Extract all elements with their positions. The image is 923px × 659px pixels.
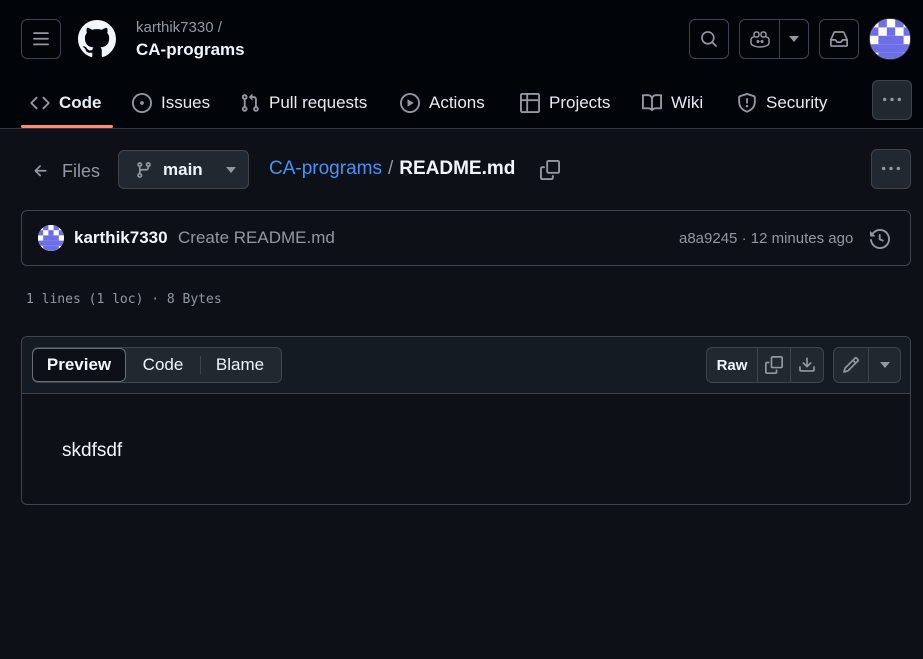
- file-info: 1 lines (1 loc) · 8 Bytes: [26, 292, 222, 307]
- copy-icon: [765, 356, 783, 374]
- tab-wiki[interactable]: Wiki: [642, 79, 703, 127]
- breadcrumb-filename: README.md: [399, 158, 516, 179]
- breadcrumb-repo-link[interactable]: CA-programs: [269, 158, 382, 180]
- tab-issues[interactable]: Issues: [132, 79, 210, 127]
- tab-label: Security: [766, 93, 828, 112]
- identicon-avatar: [870, 19, 910, 59]
- blame-tab[interactable]: Blame: [201, 348, 279, 382]
- triangle-down-icon: [879, 362, 890, 368]
- file-viewer-header: Preview Code Blame Raw: [22, 337, 910, 394]
- copy-path-button[interactable]: [536, 156, 564, 184]
- raw-button[interactable]: Raw: [707, 348, 757, 382]
- files-label: Files: [62, 160, 101, 181]
- view-mode-toggle: Preview Code Blame: [32, 347, 282, 383]
- hamburger-icon: [33, 32, 49, 46]
- tab-label: Actions: [429, 93, 485, 112]
- app-header: karthik7330 / CA-programs Code Issues Pu…: [0, 0, 923, 129]
- user-avatar[interactable]: [869, 18, 911, 60]
- repo-nav: Code Issues Pull requests Actions Projec…: [0, 79, 923, 129]
- repo-name-link[interactable]: CA-programs: [136, 40, 245, 60]
- github-logo[interactable]: [78, 20, 116, 58]
- code-tab[interactable]: Code: [126, 348, 200, 382]
- active-tab-indicator: [21, 125, 113, 128]
- commit-sha-link[interactable]: a8a9245: [679, 230, 737, 247]
- kebab-horizontal-icon: [882, 166, 900, 171]
- commit-author-avatar[interactable]: [38, 225, 64, 251]
- tab-label: Issues: [161, 93, 211, 112]
- identicon-avatar: [38, 225, 64, 251]
- readme-content: skdfsdf: [62, 440, 123, 461]
- code-icon: [30, 96, 50, 110]
- shield-icon: [738, 93, 756, 113]
- edit-button-group: [833, 347, 901, 383]
- tab-label: Code: [59, 93, 102, 112]
- more-file-options-button[interactable]: [871, 149, 911, 189]
- book-icon: [642, 94, 662, 112]
- latest-commit-box: karthik7330 Create README.md a8a9245 · 1…: [21, 210, 911, 266]
- kebab-horizontal-icon: [883, 97, 901, 102]
- hamburger-menu-button[interactable]: [21, 19, 61, 59]
- tab-label: Wiki: [671, 93, 704, 112]
- tab-pull-requests[interactable]: Pull requests: [240, 79, 367, 127]
- tab-label: Pull requests: [269, 93, 368, 112]
- copilot-dropdown-button[interactable]: [780, 20, 808, 58]
- download-button[interactable]: [790, 348, 823, 382]
- tab-code[interactable]: Code: [30, 79, 102, 127]
- raw-button-group: Raw: [706, 347, 824, 383]
- commit-message-link[interactable]: Create README.md: [178, 228, 335, 248]
- pencil-icon: [843, 357, 859, 373]
- copy-icon: [540, 160, 560, 180]
- pull-request-icon: [241, 93, 259, 112]
- edit-file-button[interactable]: [834, 348, 868, 382]
- tab-security[interactable]: Security: [737, 79, 827, 127]
- copilot-button-group: [739, 19, 809, 59]
- tab-projects[interactable]: Projects: [520, 79, 610, 127]
- breadcrumb: CA-programs / README.md: [269, 158, 515, 180]
- more-nav-button[interactable]: [872, 80, 912, 120]
- play-icon: [400, 93, 420, 113]
- git-branch-icon: [137, 161, 151, 178]
- branch-selector[interactable]: main: [118, 150, 249, 189]
- search-button[interactable]: [689, 19, 729, 59]
- files-back-link[interactable]: Files: [32, 158, 100, 184]
- tab-actions[interactable]: Actions: [400, 79, 485, 127]
- search-icon: [701, 31, 717, 47]
- download-icon: [799, 357, 815, 372]
- history-icon: [870, 229, 890, 249]
- issue-icon: [132, 93, 152, 113]
- commit-author-link[interactable]: karthik7330: [74, 228, 168, 248]
- table-icon: [520, 93, 540, 113]
- copy-raw-button[interactable]: [757, 348, 790, 382]
- branch-name: main: [163, 159, 203, 179]
- arrow-left-icon: [34, 165, 47, 177]
- tab-label: Projects: [549, 93, 611, 112]
- preview-tab[interactable]: Preview: [32, 348, 126, 382]
- copilot-button[interactable]: [740, 20, 780, 58]
- inbox-button[interactable]: [819, 19, 859, 59]
- history-button[interactable]: [867, 226, 893, 252]
- commit-meta-dot: ·: [741, 230, 747, 247]
- file-viewer: Preview Code Blame Raw skdfsdf: [21, 336, 911, 505]
- commit-meta: a8a9245 · 12 minutes ago: [679, 230, 853, 247]
- copilot-icon: [749, 31, 770, 48]
- commit-time: 12 minutes ago: [750, 230, 854, 247]
- repo-owner-link[interactable]: karthik7330 /: [136, 19, 222, 36]
- breadcrumb-separator: /: [387, 158, 394, 179]
- inbox-icon: [830, 31, 848, 47]
- edit-dropdown-button[interactable]: [868, 348, 900, 382]
- triangle-down-icon: [789, 36, 799, 42]
- triangle-down-icon: [226, 166, 236, 173]
